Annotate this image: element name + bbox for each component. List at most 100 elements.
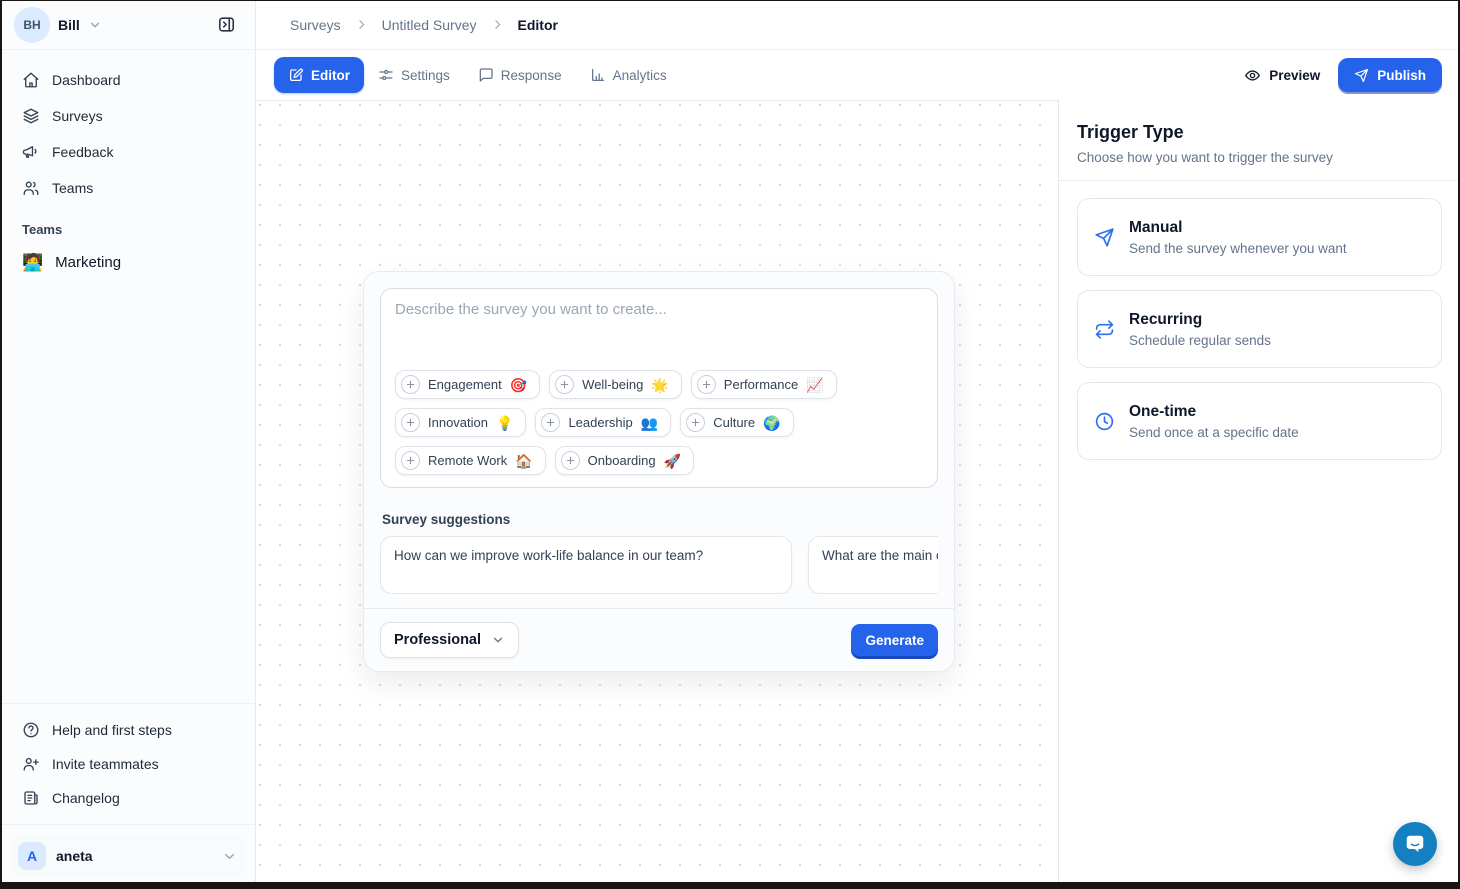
sidebar-item-surveys[interactable]: Surveys	[12, 100, 243, 132]
account-menu[interactable]: A aneta	[10, 835, 245, 877]
chip-label: Engagement	[428, 377, 502, 392]
suggestions-row: How can we improve work-life balance in …	[380, 536, 938, 594]
workspace-switcher[interactable]: BH Bill	[0, 0, 255, 50]
chart-up-emoji-icon: 📈	[806, 378, 823, 392]
tab-analytics[interactable]: Analytics	[576, 57, 681, 93]
preview-button[interactable]: Preview	[1244, 67, 1320, 84]
chevron-down-icon	[88, 18, 102, 32]
tab-settings[interactable]: Settings	[364, 57, 464, 93]
send-icon	[1094, 227, 1115, 248]
suggestion-card[interactable]: What are the main ob	[808, 536, 938, 594]
tab-editor[interactable]: Editor	[274, 57, 364, 93]
topic-chip-culture[interactable]: Culture 🌍	[680, 408, 793, 437]
chat-bubble-icon	[1404, 833, 1426, 855]
topic-chip-remote-work[interactable]: Remote Work 🏠	[395, 446, 546, 475]
survey-canvas[interactable]: Engagement 🎯 Well-being 🌟	[256, 100, 1058, 889]
publish-button[interactable]: Publish	[1338, 58, 1442, 92]
topic-chip-innovation[interactable]: Innovation 💡	[395, 408, 526, 437]
chip-label: Remote Work	[428, 453, 507, 468]
sidebar-item-teams[interactable]: Teams	[12, 172, 243, 204]
plus-icon	[541, 413, 560, 432]
trigger-option-recurring[interactable]: Recurring Schedule regular sends	[1077, 290, 1442, 368]
tab-label: Settings	[401, 68, 450, 83]
chat-launcher-button[interactable]	[1393, 822, 1437, 866]
sidebar-item-dashboard[interactable]: Dashboard	[12, 64, 243, 96]
changelog-icon	[22, 789, 40, 807]
composer-footer: Professional Generate	[364, 608, 954, 671]
trigger-option-manual[interactable]: Manual Send the survey whenever you want	[1077, 198, 1442, 276]
tone-select[interactable]: Professional	[380, 622, 519, 658]
suggestion-card[interactable]: How can we improve work-life balance in …	[380, 536, 792, 594]
topic-chip-well-being[interactable]: Well-being 🌟	[549, 370, 682, 399]
sidebar-item-label: Teams	[52, 180, 93, 196]
suggestions-label: Survey suggestions	[382, 512, 936, 527]
topic-chips: Engagement 🎯 Well-being 🌟	[395, 370, 923, 475]
user-plus-icon	[22, 755, 40, 773]
trigger-option-title: Manual	[1129, 219, 1347, 237]
panel-title: Trigger Type	[1077, 122, 1442, 143]
topic-chip-engagement[interactable]: Engagement 🎯	[395, 370, 540, 399]
layers-icon	[22, 107, 40, 125]
preview-label: Preview	[1269, 68, 1320, 83]
plus-icon	[401, 413, 420, 432]
plus-icon	[561, 451, 580, 470]
trigger-option-title: One-time	[1129, 403, 1299, 421]
content-area: Engagement 🎯 Well-being 🌟	[256, 100, 1460, 889]
panel-subtitle: Choose how you want to trigger the surve…	[1077, 150, 1442, 165]
sidebar-item-team-marketing[interactable]: 🧑‍💻 Marketing	[12, 245, 243, 279]
breadcrumb-survey-name[interactable]: Untitled Survey	[382, 17, 477, 33]
trigger-type-panel: Trigger Type Choose how you want to trig…	[1058, 100, 1460, 889]
plus-icon	[555, 375, 574, 394]
sidebar: BH Bill Dashboard Surv	[0, 0, 256, 889]
bulb-emoji-icon: 💡	[496, 416, 513, 430]
topic-chip-onboarding[interactable]: Onboarding 🚀	[555, 446, 694, 475]
rocket-emoji-icon: 🚀	[664, 454, 681, 468]
sidebar-item-feedback[interactable]: Feedback	[12, 136, 243, 168]
sidebar-item-invite[interactable]: Invite teammates	[12, 748, 243, 780]
tone-value: Professional	[394, 632, 481, 648]
trigger-option-description: Schedule regular sends	[1129, 333, 1271, 348]
chevron-right-icon	[355, 18, 368, 31]
topic-chip-leadership[interactable]: Leadership 👥	[535, 408, 671, 437]
megaphone-icon	[22, 143, 40, 161]
topic-chip-performance[interactable]: Performance 📈	[691, 370, 837, 399]
tab-response[interactable]: Response	[464, 57, 576, 93]
breadcrumb-surveys[interactable]: Surveys	[290, 17, 341, 33]
ai-composer-card: Engagement 🎯 Well-being 🌟	[363, 271, 955, 672]
globe-emoji-icon: 🌍	[763, 416, 780, 430]
eye-icon	[1244, 67, 1261, 84]
main-area: Surveys Untitled Survey Editor Editor	[256, 0, 1460, 889]
chip-label: Well-being	[582, 377, 643, 392]
sidebar-item-changelog[interactable]: Changelog	[12, 782, 243, 814]
publish-label: Publish	[1377, 68, 1426, 83]
chevron-down-icon	[222, 849, 237, 864]
prompt-box: Engagement 🎯 Well-being 🌟	[380, 288, 938, 488]
trigger-option-description: Send the survey whenever you want	[1129, 241, 1347, 256]
generate-button[interactable]: Generate	[851, 624, 938, 656]
chip-label: Innovation	[428, 415, 488, 430]
survey-prompt-input[interactable]	[395, 301, 923, 370]
trigger-option-description: Send once at a specific date	[1129, 425, 1299, 440]
chevron-down-icon	[491, 633, 505, 647]
team-name: Marketing	[55, 254, 121, 271]
trigger-option-one-time[interactable]: One-time Send once at a specific date	[1077, 382, 1442, 460]
send-icon	[1354, 68, 1369, 83]
editor-toolbar: Editor Settings Response Analytics	[256, 50, 1460, 100]
account-avatar: A	[18, 842, 46, 870]
repeat-icon	[1094, 319, 1115, 340]
technologist-emoji-icon: 🧑‍💻	[22, 254, 43, 271]
sidebar-item-help[interactable]: Help and first steps	[12, 714, 243, 746]
sidebar-item-label: Changelog	[52, 790, 120, 806]
star-emoji-icon: 🌟	[651, 378, 668, 392]
bar-chart-icon	[590, 67, 606, 83]
house-emoji-icon: 🏠	[515, 454, 532, 468]
sidebar-footer: Help and first steps Invite teammates Ch…	[0, 703, 255, 889]
app-window: BH Bill Dashboard Surv	[0, 0, 1460, 889]
sidebar-collapse-button[interactable]	[211, 10, 241, 40]
settings-sliders-icon	[378, 67, 394, 83]
sidebar-item-label: Feedback	[52, 144, 113, 160]
message-icon	[478, 67, 494, 83]
sidebar-item-label: Surveys	[52, 108, 103, 124]
tab-label: Response	[501, 68, 562, 83]
chip-label: Leadership	[568, 415, 632, 430]
